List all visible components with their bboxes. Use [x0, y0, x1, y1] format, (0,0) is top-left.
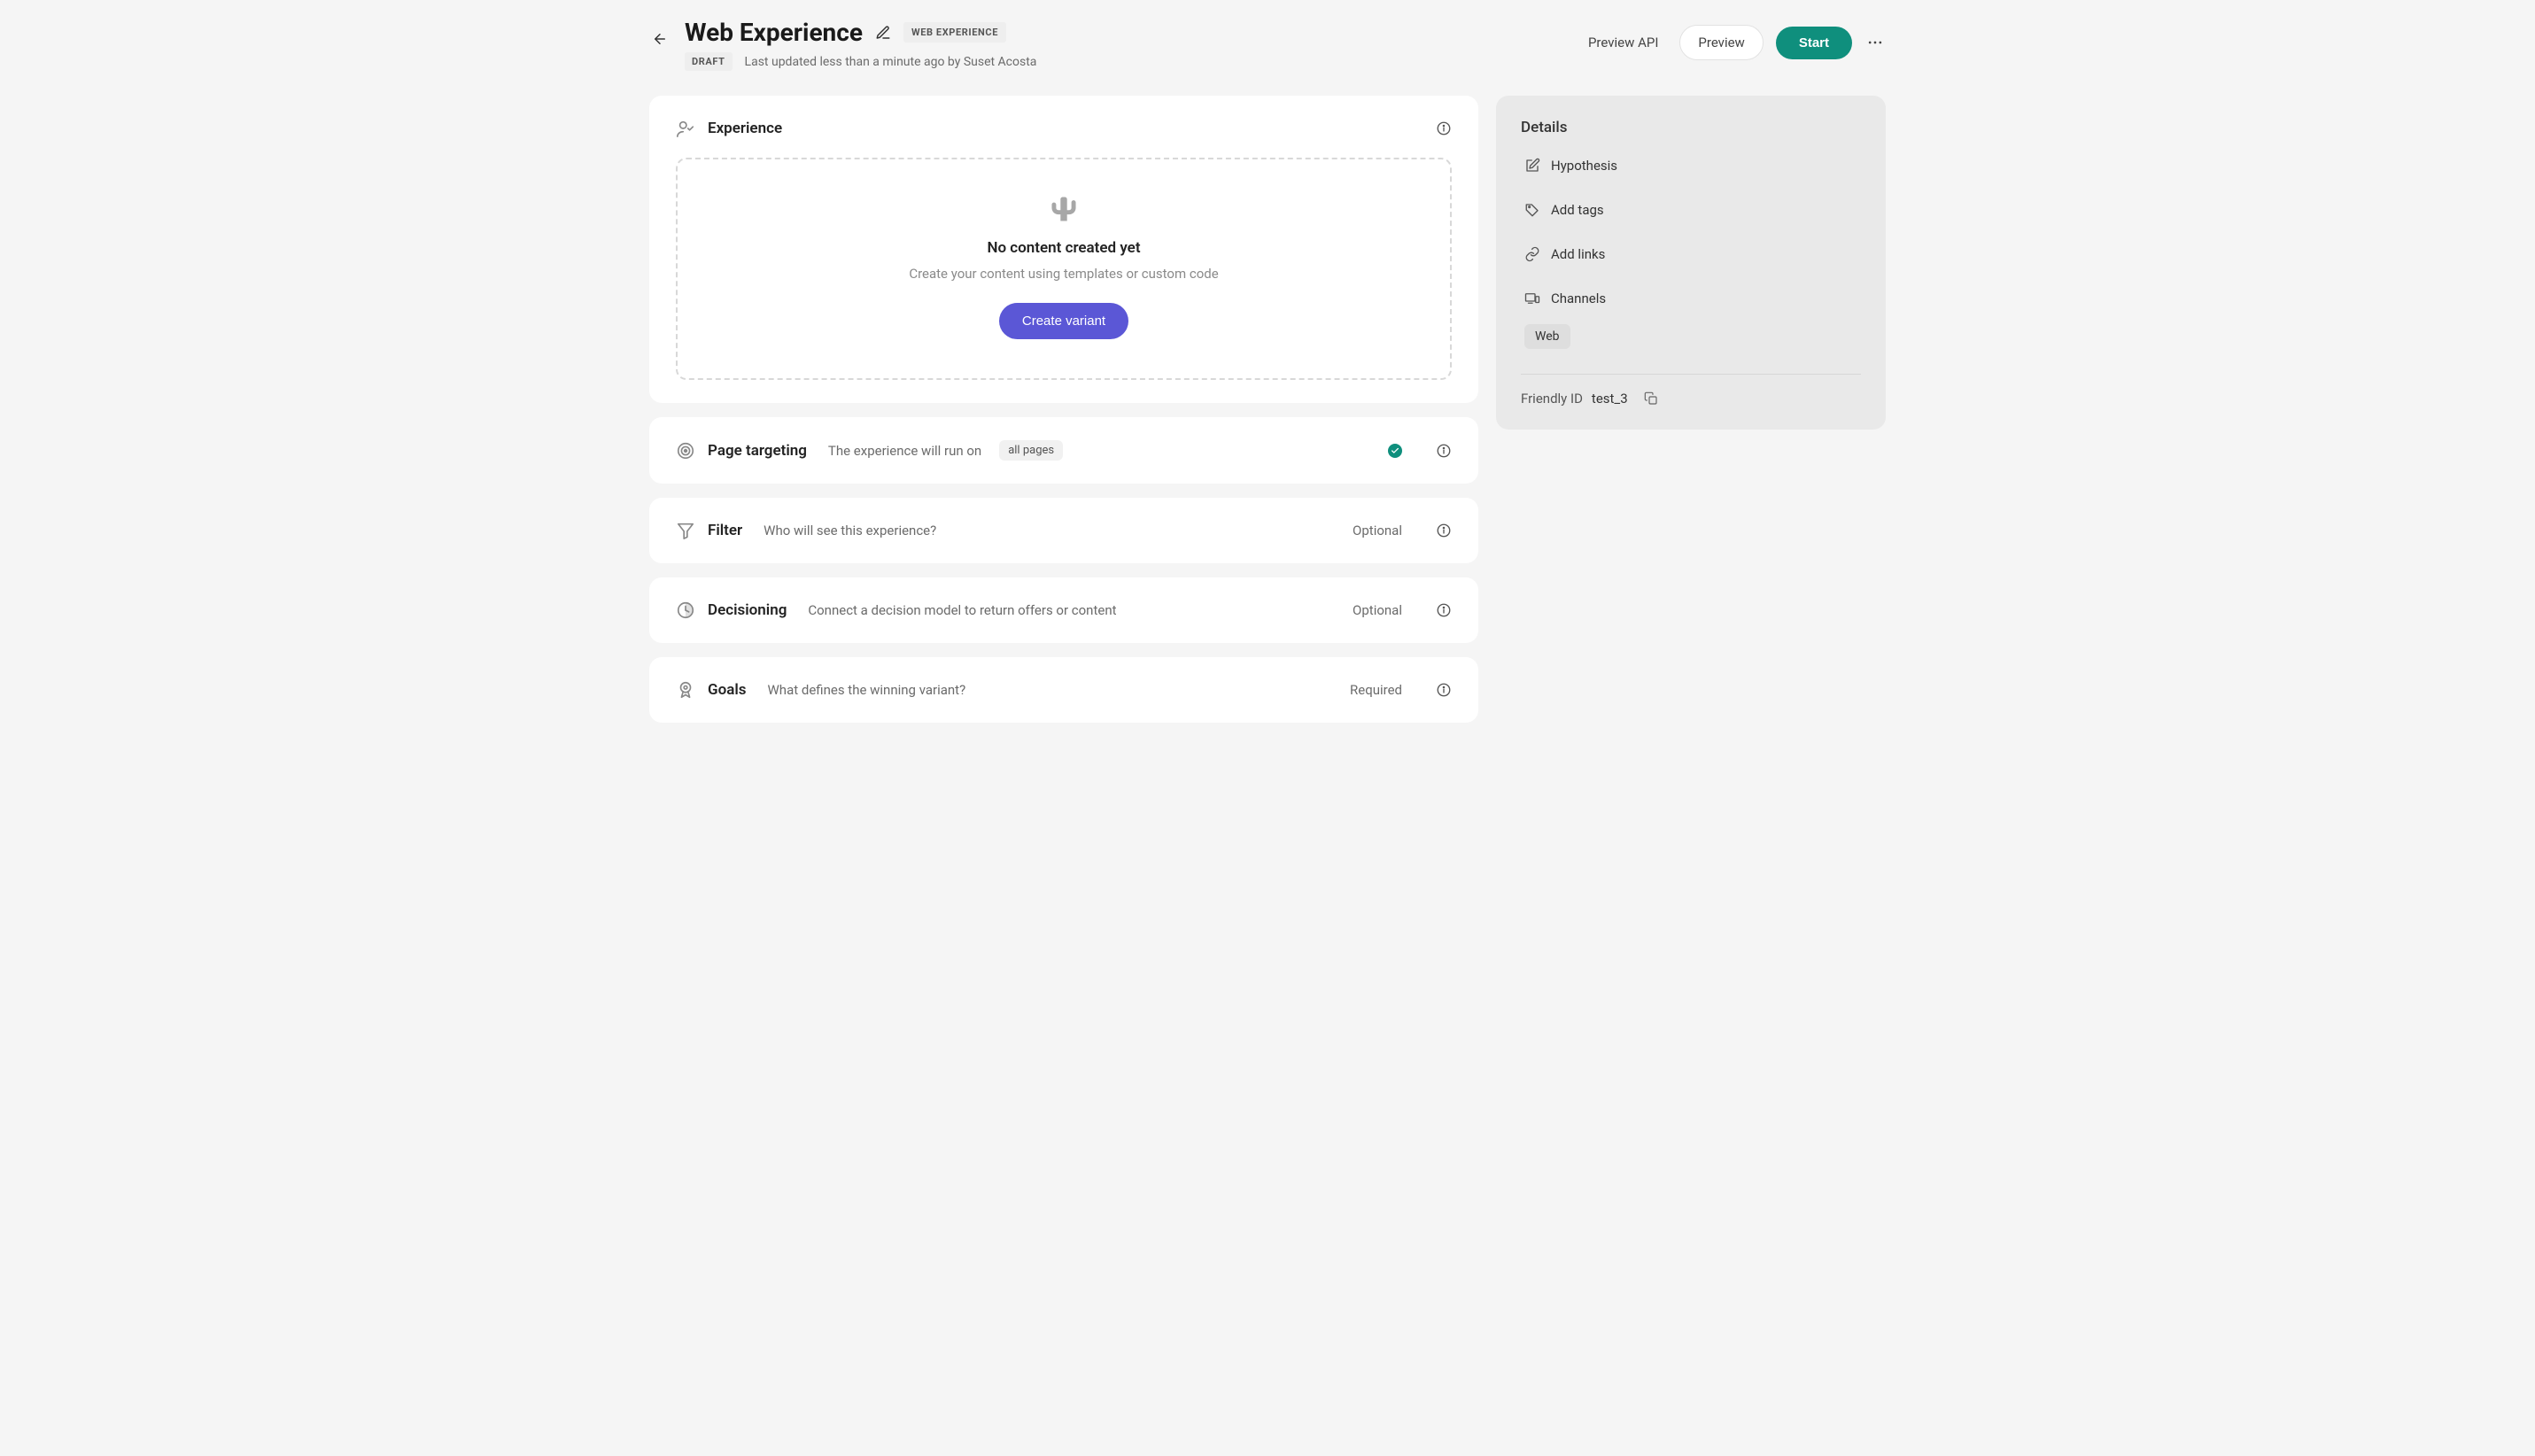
details-panel: Details Hypothesis Add tags [1496, 96, 1886, 430]
check-icon [1391, 446, 1399, 455]
info-icon [1436, 682, 1452, 698]
info-icon [1436, 523, 1452, 538]
back-button[interactable] [649, 28, 671, 50]
page-targeting-card[interactable]: Page targeting The experience will run o… [649, 417, 1478, 484]
friendly-id-label: Friendly ID [1521, 391, 1583, 407]
page-targeting-info-button[interactable] [1436, 443, 1452, 459]
empty-title: No content created yet [987, 239, 1140, 257]
start-button[interactable]: Start [1776, 27, 1852, 59]
devices-icon [1524, 290, 1540, 306]
filter-info-button[interactable] [1436, 523, 1452, 538]
add-tags-link[interactable]: Add tags [1521, 188, 1861, 232]
decisioning-card[interactable]: Decisioning Connect a decision model to … [649, 577, 1478, 643]
add-tags-label: Add tags [1551, 202, 1604, 218]
info-icon [1436, 602, 1452, 618]
create-variant-button[interactable]: Create variant [999, 303, 1128, 339]
goals-title: Goals [708, 681, 747, 699]
arrow-left-icon [652, 31, 668, 47]
copy-icon [1644, 391, 1658, 406]
channels-label: Channels [1551, 290, 1606, 306]
page-header: Web Experience WEB EXPERIENCE DRAFT Last… [649, 18, 1886, 71]
goals-desc: What defines the winning variant? [768, 682, 966, 698]
hypothesis-link[interactable]: Hypothesis [1521, 143, 1861, 188]
page-targeting-scope: all pages [999, 440, 1063, 461]
goals-status: Required [1350, 682, 1402, 698]
more-horizontal-icon [1866, 34, 1884, 51]
filter-card[interactable]: Filter Who will see this experience? Opt… [649, 498, 1478, 563]
preview-button[interactable]: Preview [1679, 25, 1763, 60]
tag-icon [1524, 202, 1540, 218]
page-targeting-title: Page targeting [708, 442, 807, 460]
decisioning-status: Optional [1353, 602, 1402, 618]
channel-chip-web[interactable]: Web [1524, 324, 1570, 349]
edit-icon [1524, 158, 1540, 174]
details-title: Details [1521, 119, 1861, 136]
page-targeting-complete-badge [1388, 444, 1402, 458]
updated-text: Last updated less than a minute ago by S… [745, 55, 1037, 69]
status-chip: DRAFT [685, 52, 733, 71]
decisioning-desc: Connect a decision model to return offer… [808, 602, 1116, 618]
copy-friendly-id-button[interactable] [1644, 391, 1658, 406]
filter-title: Filter [708, 522, 742, 539]
cactus-icon [1050, 195, 1077, 223]
target-icon [676, 441, 695, 461]
link-icon [1524, 246, 1540, 262]
channels-row: Channels [1521, 276, 1861, 321]
info-icon [1436, 120, 1452, 136]
page-targeting-desc: The experience will run on [828, 443, 981, 459]
friendly-id-value: test_3 [1592, 391, 1628, 407]
decisioning-title: Decisioning [708, 601, 787, 619]
add-links-link[interactable]: Add links [1521, 232, 1861, 276]
goals-info-button[interactable] [1436, 682, 1452, 698]
experience-icon [676, 119, 695, 138]
goals-icon [676, 680, 695, 700]
info-icon [1436, 443, 1452, 459]
experience-empty-state: No content created yet Create your conte… [676, 158, 1452, 380]
decisioning-info-button[interactable] [1436, 602, 1452, 618]
preview-api-button[interactable]: Preview API [1579, 27, 1667, 58]
divider [1521, 374, 1861, 375]
hypothesis-label: Hypothesis [1551, 158, 1617, 174]
filter-icon [676, 521, 695, 540]
experience-info-button[interactable] [1436, 120, 1452, 136]
experience-title: Experience [708, 120, 782, 137]
empty-subtitle: Create your content using templates or c… [909, 266, 1218, 282]
filter-desc: Who will see this experience? [764, 523, 936, 538]
more-menu-button[interactable] [1864, 32, 1886, 53]
decisioning-icon [676, 600, 695, 620]
experience-type-chip: WEB EXPERIENCE [903, 22, 1006, 43]
edit-title-button[interactable] [875, 25, 891, 41]
experience-card: Experience No content created yet Create… [649, 96, 1478, 403]
page-title: Web Experience [685, 18, 863, 47]
filter-status: Optional [1353, 523, 1402, 538]
pencil-icon [875, 25, 891, 41]
goals-card[interactable]: Goals What defines the winning variant? … [649, 657, 1478, 723]
add-links-label: Add links [1551, 246, 1605, 262]
